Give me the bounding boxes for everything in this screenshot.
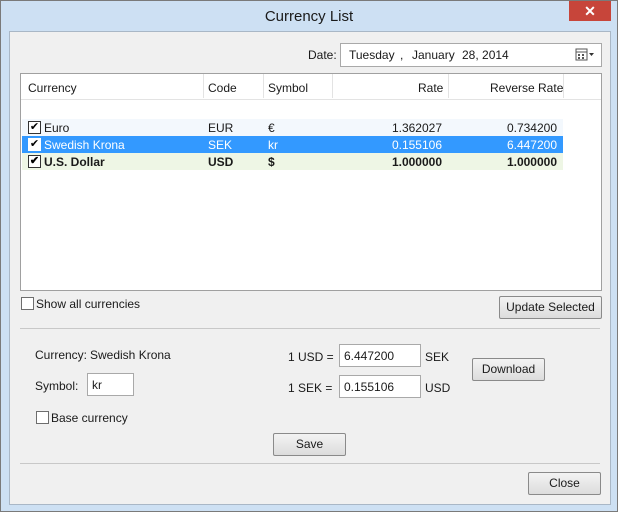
- close-button[interactable]: Close: [528, 472, 601, 495]
- table-row-selected[interactable]: ✔ Swedish Krona SEK kr 0.155106 6.447200: [22, 136, 563, 153]
- window-close-button[interactable]: ✕: [569, 1, 611, 21]
- update-selected-button[interactable]: Update Selected: [499, 296, 602, 319]
- header-code[interactable]: Code: [208, 81, 237, 95]
- cell-rate: 1.000000: [391, 155, 442, 169]
- header-rate[interactable]: Rate: [418, 81, 443, 95]
- base-currency-label[interactable]: Base currency: [51, 411, 128, 425]
- cell-symbol: €: [268, 121, 275, 135]
- currency-label: Currency:: [35, 348, 88, 362]
- base-currency-checkbox[interactable]: [36, 411, 49, 424]
- calendar-icon[interactable]: [575, 47, 595, 63]
- show-all-label[interactable]: Show all currencies: [36, 297, 140, 311]
- cell-rate: 1.362027: [391, 121, 442, 135]
- date-weekday: Tuesday: [349, 48, 395, 62]
- cell-reverse-rate: 6.447200: [506, 138, 557, 152]
- cell-reverse-rate: 1.000000: [506, 155, 557, 169]
- currency-value: Swedish Krona: [90, 348, 171, 362]
- cell-symbol: $: [268, 155, 275, 169]
- cell-currency: Swedish Krona: [44, 138, 125, 152]
- header-currency[interactable]: Currency: [28, 81, 77, 95]
- window-title: Currency List: [264, 8, 354, 25]
- usd-rate-label: 1 USD =: [288, 350, 334, 364]
- cell-code: SEK: [208, 138, 233, 152]
- header-symbol[interactable]: Symbol: [268, 81, 308, 95]
- date-day-year: 28, 2014: [462, 48, 509, 62]
- cell-currency: U.S. Dollar: [44, 155, 105, 169]
- date-picker[interactable]: Tuesday , January 28, 2014: [340, 43, 602, 67]
- currency-list-window: Currency List ✕ Date: Tuesday , January …: [0, 0, 618, 512]
- download-button[interactable]: Download: [472, 358, 545, 381]
- row-checkbox[interactable]: ✔: [28, 138, 41, 151]
- sek-rate-label: 1 SEK =: [288, 381, 333, 395]
- row-checkbox[interactable]: ✔: [28, 121, 41, 134]
- date-label: Date:: [308, 48, 337, 62]
- date-month: January: [412, 48, 455, 62]
- cell-currency: Euro: [44, 121, 70, 135]
- row-checkbox[interactable]: ✔: [28, 155, 41, 168]
- cell-symbol: kr: [268, 138, 278, 152]
- symbol-label: Symbol:: [35, 379, 79, 393]
- cell-code: EUR: [208, 121, 234, 135]
- header-reverse-rate[interactable]: Reverse Rate: [490, 81, 563, 95]
- currency-grid[interactable]: Currency Code Symbol Rate Reverse Rate ✔…: [20, 73, 602, 291]
- grid-header: Currency Code Symbol Rate Reverse Rate: [21, 74, 601, 100]
- sek-rate-unit: USD: [425, 381, 451, 395]
- cell-reverse-rate: 0.734200: [506, 121, 557, 135]
- usd-rate-unit: SEK: [425, 350, 450, 364]
- divider: [20, 328, 600, 329]
- sek-rate-input[interactable]: 0.155106: [339, 375, 421, 398]
- date-separator: ,: [400, 48, 404, 62]
- usd-rate-input[interactable]: 6.447200: [339, 344, 421, 367]
- dialog-body: Date: Tuesday , January 28, 2014 Currenc…: [9, 31, 611, 505]
- cell-rate: 0.155106: [391, 138, 442, 152]
- cell-code: USD: [208, 155, 234, 169]
- symbol-input[interactable]: kr: [87, 373, 134, 396]
- table-row[interactable]: ✔ Euro EUR € 1.362027 0.734200: [22, 119, 563, 136]
- table-row-base[interactable]: ✔ U.S. Dollar USD $ 1.000000 1.000000: [22, 153, 563, 170]
- title-bar: Currency List ✕: [1, 1, 617, 31]
- save-button[interactable]: Save: [273, 433, 346, 456]
- show-all-checkbox[interactable]: [21, 297, 34, 310]
- divider: [20, 463, 600, 464]
